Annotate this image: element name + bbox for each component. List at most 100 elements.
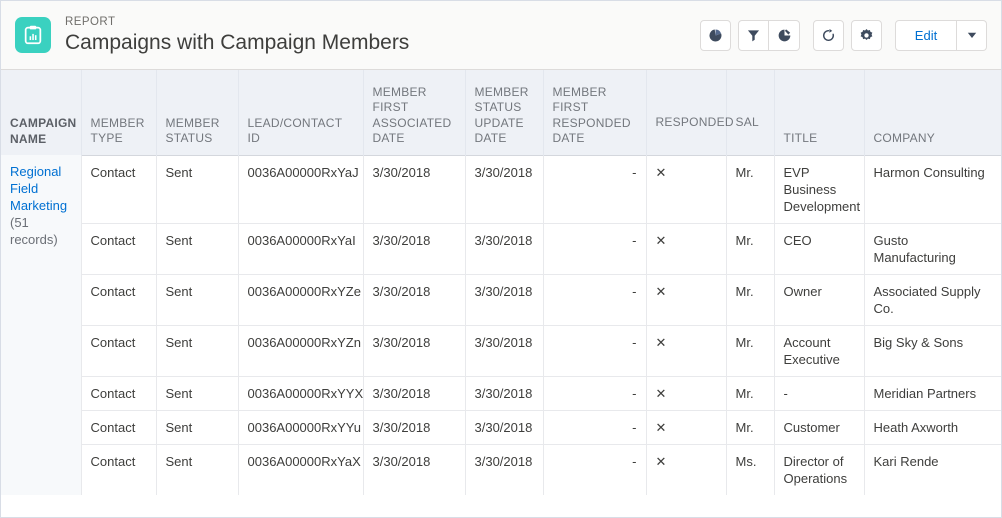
cell-first-responded-date: - [543,273,647,325]
cell-member-status: Sent [156,375,239,410]
cell-first-associated-date: 3/30/2018 [363,409,466,444]
cell-company: Kari Rende [864,443,1001,495]
column-header-member-status[interactable]: MEMBER STATUS [156,70,239,155]
cell-first-associated-date: 3/30/2018 [363,273,466,325]
cell-sal: Mr. [726,409,775,444]
cell-member-status: Sent [156,273,239,325]
cell-first-associated-date: 3/30/2018 [363,324,466,376]
column-header-member-status-update-date[interactable]: MEMBER STATUS UPDATE DATE [465,70,544,155]
cell-company: Meridian Partners [864,375,1001,410]
cell-sal: Mr. [726,154,775,223]
column-header-member-type[interactable]: MEMBER TYPE [81,70,157,155]
column-header-responded[interactable]: RESPONDED [646,70,734,155]
report-table: CAMPAIGN NAME MEMBER TYPE MEMBER STATUS … [1,70,1001,495]
filter-format-button-group [738,19,800,51]
table-row[interactable]: Contact Sent 0036A00000RxYaX 3/30/2018 3… [1,443,1001,495]
cell-status-update-date: 3/30/2018 [465,324,544,376]
cell-title: Account Executive [774,324,865,376]
cell-first-associated-date: 3/30/2018 [363,154,466,223]
cell-status-update-date: 3/30/2018 [465,375,544,410]
cell-sal: Mr. [726,324,775,376]
table-row[interactable]: Contact Sent 0036A00000RxYZn 3/30/2018 3… [1,324,1001,376]
cell-sal: Mr. [726,375,775,410]
cell-status-update-date: 3/30/2018 [465,154,544,223]
report-header-actions: Edit [700,19,987,51]
cell-lead-contact-id: 0036A00000RxYaI [238,222,364,274]
cell-responded: ✕ [646,222,727,274]
page-title: Campaigns with Campaign Members [65,30,410,54]
cell-responded: ✕ [646,443,727,495]
cell-title: EVP Business Development [774,154,865,223]
cell-first-responded-date: - [543,443,647,495]
cell-title: Customer [774,409,865,444]
column-header-company[interactable]: COMPANY [864,70,1001,155]
cell-member-status: Sent [156,409,239,444]
cell-company: Big Sky & Sons [864,324,1001,376]
cell-member-type: Contact [81,154,157,223]
cell-member-type: Contact [81,222,157,274]
cell-member-status: Sent [156,154,239,223]
cell-status-update-date: 3/30/2018 [465,222,544,274]
report-settings-gear-button[interactable] [851,19,882,51]
cell-status-update-date: 3/30/2018 [465,409,544,444]
cell-company: Heath Axworth [864,409,1001,444]
cell-first-responded-date: - [543,409,647,444]
conditional-formatting-button[interactable] [769,19,800,51]
cell-member-type: Contact [81,409,157,444]
column-header-sal[interactable]: SAL [726,70,775,155]
column-header-title[interactable]: TITLE [774,70,865,155]
toggle-chart-button[interactable] [700,19,731,51]
filter-funnel-button[interactable] [738,19,769,51]
cell-lead-contact-id: 0036A00000RxYaX [238,443,364,495]
cell-company: Gusto Manufacturing [864,222,1001,274]
edit-button-group: Edit [895,19,987,51]
cell-sal: Ms. [726,443,775,495]
cell-first-associated-date: 3/30/2018 [363,443,466,495]
campaign-name-link[interactable]: Regional Field Marketing [10,163,72,214]
table-row[interactable]: Contact Sent 0036A00000RxYZe 3/30/2018 3… [1,273,1001,325]
cell-member-type: Contact [81,443,157,495]
report-table-scroll-region[interactable]: CAMPAIGN NAME MEMBER TYPE MEMBER STATUS … [1,70,1001,517]
table-row[interactable]: Contact Sent 0036A00000RxYaI 3/30/2018 3… [1,222,1001,274]
chevron-down-icon [967,32,976,38]
cell-member-type: Contact [81,375,157,410]
report-header-row: CAMPAIGN NAME MEMBER TYPE MEMBER STATUS … [1,70,1001,155]
campaign-record-count: (51 records) [10,215,58,247]
edit-dropdown-button[interactable] [957,19,987,51]
table-row[interactable]: Regional Field Marketing (51 records) Co… [1,154,1001,495]
cell-first-associated-date: 3/30/2018 [363,375,466,410]
column-header-member-first-associated-date[interactable]: MEMBER FIRST ASSOCIATED DATE [363,70,466,155]
cell-member-status: Sent [156,324,239,376]
refresh-button[interactable] [813,19,844,51]
report-table-head: CAMPAIGN NAME MEMBER TYPE MEMBER STATUS … [1,70,1001,155]
cell-member-status: Sent [156,222,239,274]
cell-first-responded-date: - [543,375,647,410]
report-header: REPORT Campaigns with Campaign Members E… [1,1,1001,70]
cell-responded: ✕ [646,375,727,410]
cell-lead-contact-id: 0036A00000RxYZn [238,324,364,376]
cell-title: Director of Operations [774,443,865,495]
column-header-campaign-name[interactable]: CAMPAIGN NAME [1,70,82,155]
cell-responded: ✕ [646,409,727,444]
cell-status-update-date: 3/30/2018 [465,273,544,325]
cell-first-responded-date: - [543,222,647,274]
table-row[interactable]: Contact Sent 0036A00000RxYYu 3/30/2018 3… [1,409,1001,444]
cell-title: CEO [774,222,865,274]
cell-responded: ✕ [646,154,727,223]
cell-first-associated-date: 3/30/2018 [363,222,466,274]
cell-status-update-date: 3/30/2018 [465,443,544,495]
edit-button[interactable]: Edit [895,19,957,51]
cell-company: Associated Supply Co. [864,273,1001,325]
column-header-lead-contact-id[interactable]: LEAD/CONTACT ID [238,70,364,155]
cell-first-responded-date: - [543,324,647,376]
cell-member-type: Contact [81,273,157,325]
cell-lead-contact-id: 0036A00000RxYYu [238,409,364,444]
cell-title: - [774,375,865,410]
column-header-member-first-responded-date[interactable]: MEMBER FIRST RESPONDED DATE [543,70,647,155]
cell-member-status: Sent [156,443,239,495]
table-row[interactable]: Contact Sent 0036A00000RxYYX 3/30/2018 3… [1,375,1001,410]
report-clipboard-chart-icon [15,17,51,53]
report-type-eyebrow: REPORT [65,15,116,28]
report-page: REPORT Campaigns with Campaign Members E… [0,0,1002,518]
report-header-left: REPORT Campaigns with Campaign Members [15,15,700,56]
